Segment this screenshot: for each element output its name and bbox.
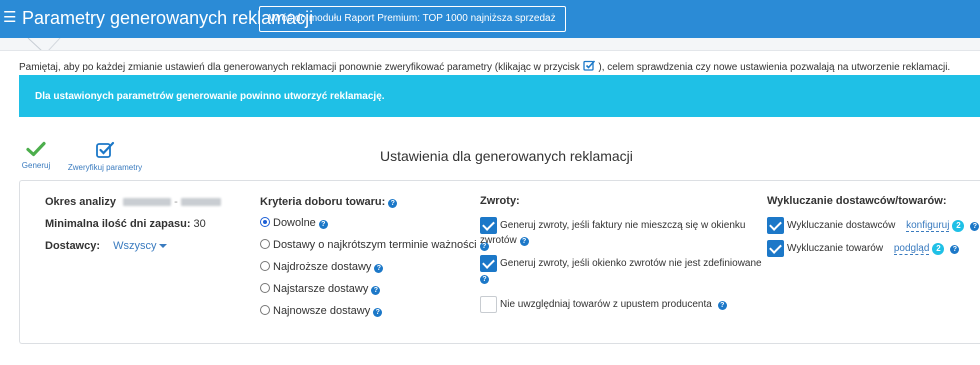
returns-option-discount-wrap: Nie uwzględniaj towarów z upustem produc… (500, 298, 727, 311)
verify-parameters-button[interactable]: Zweryfikuj parametry (66, 141, 144, 172)
returns-option-invoices-line2-wrap: zwrotów? (480, 234, 529, 247)
returns-option-discount[interactable]: Nie uwzględniaj towarów z upustem produc… (480, 296, 750, 316)
criteria-option-label: Najstarsze dostawy (273, 283, 369, 295)
settings-title: Ustawienia dla generowanych reklamacji (380, 148, 633, 164)
exclude-suppliers-wrap: Wykluczanie dostawców konfiguruj 2? (787, 219, 980, 232)
criteria-option[interactable]: Najstarsze dostawy? (260, 283, 489, 305)
date-separator: - (174, 196, 178, 208)
radio-button[interactable] (260, 217, 270, 227)
min-stock-days-row: Minimalna ilość dni zapasu: 30 (45, 218, 206, 230)
analysis-period-end-redacted (180, 198, 221, 207)
exclude-products-wrap: Wykluczanie towarów podgląd 2? (787, 242, 960, 255)
returns-option-invoices-line1: Generuj zwroty, jeśli faktury nie mieszc… (500, 220, 746, 231)
checkbox[interactable] (480, 217, 497, 234)
criteria-header: Kryteria doboru towaru:? (260, 195, 489, 217)
suppliers-dropdown[interactable]: Wszyscy (113, 240, 168, 252)
analysis-period-start-redacted (123, 198, 171, 207)
criteria-label: Kryteria doboru towaru: (260, 196, 386, 208)
analysis-period-row: Okres analizy - (45, 195, 221, 217)
notice-text-after: ), celem sprawdzenia czy nowe ustawienia… (598, 62, 951, 73)
criteria-option-label: Dowolne (273, 217, 316, 229)
notice-text-before: Pamiętaj, aby po każdej zmianie ustawień… (19, 62, 580, 73)
back-to-module-button[interactable]: Wróć do modułu Raport Premium: TOP 1000 … (259, 6, 566, 32)
check-square-icon (582, 60, 595, 71)
checkmark-icon (26, 141, 46, 157)
info-alert: Dla ustawionych parametrów generowanie p… (19, 75, 980, 117)
min-stock-days-value: 30 (193, 218, 206, 230)
criteria-option-label: Najnowsze dostawy (273, 305, 371, 317)
exclude-products-label: Wykluczanie towarów (787, 243, 884, 254)
preview-products-link[interactable]: podgląd (893, 243, 930, 255)
returns-option-undefined-window[interactable]: Generuj zwroty, jeśli okienko zwrotów ni… (480, 255, 762, 289)
help-icon[interactable]: ? (950, 245, 960, 254)
exclusions-label: Wykluczanie dostawców/towarów: (767, 195, 947, 207)
help-icon[interactable]: ? (373, 308, 383, 317)
returns-option-discount-label: Nie uwzględniaj towarów z upustem produc… (500, 299, 712, 310)
criteria-option[interactable]: Najdroższe dostawy? (260, 261, 489, 283)
configure-suppliers-link[interactable]: konfiguruj (906, 220, 950, 232)
help-icon[interactable]: ? (318, 220, 328, 229)
criteria-option[interactable]: Najnowsze dostawy? (260, 305, 489, 327)
help-icon[interactable]: ? (388, 199, 398, 208)
returns-option-invoices-line2: zwrotów (480, 235, 517, 246)
help-icon[interactable]: ? (970, 222, 980, 231)
criteria-option[interactable]: Dowolne? (260, 217, 489, 239)
exclude-suppliers-option[interactable]: Wykluczanie dostawców konfiguruj 2? (767, 217, 980, 237)
radio-button[interactable] (260, 261, 270, 271)
verification-notice: Pamiętaj, aby po każdej zmianie ustawień… (19, 60, 950, 73)
checkbox[interactable] (480, 255, 497, 272)
caret-down-icon (159, 244, 168, 249)
radio-button[interactable] (260, 305, 270, 315)
min-stock-days-label: Minimalna ilość dni zapasu (45, 218, 187, 230)
help-icon[interactable]: ? (519, 237, 529, 246)
returns-label: Zwroty: (480, 195, 520, 207)
products-count-badge: 2 (932, 243, 945, 255)
exclude-products-option[interactable]: Wykluczanie towarów podgląd 2? (767, 240, 977, 260)
radio-button[interactable] (260, 239, 270, 249)
decorative-lines (27, 38, 61, 50)
returns-column: Zwroty: Generuj zwroty, jeśli faktury ni… (480, 195, 762, 335)
sub-bar (0, 38, 980, 51)
generate-label: Generuj (21, 161, 51, 170)
settings-panel: Okres analizy - Minimalna ilość dni zapa… (19, 180, 980, 344)
returns-option-invoices[interactable]: Generuj zwroty, jeśli faktury nie mieszc… (480, 217, 750, 257)
help-icon[interactable]: ? (480, 275, 489, 284)
info-alert-text: Dla ustawionych parametrów generowanie p… (35, 91, 385, 102)
help-icon[interactable]: ? (374, 264, 384, 273)
analysis-period-label: Okres analizy (45, 196, 116, 208)
exclude-suppliers-label: Wykluczanie dostawców (787, 220, 896, 231)
suppliers-label: Dostawcy: (45, 240, 101, 252)
criteria-option-label: Dostawy o najkrótszym terminie ważności (273, 239, 477, 251)
criteria-column: Kryteria doboru towaru:? Dowolne? Dostaw… (260, 195, 489, 327)
hamburger-icon[interactable]: ☰ (3, 9, 16, 27)
top-bar: ☰ Parametry generowanych reklamacji Wróć… (0, 0, 980, 38)
exclusions-column: Wykluczanie dostawców/towarów: Wykluczan… (767, 195, 980, 275)
check-square-icon (96, 141, 115, 158)
radio-button[interactable] (260, 283, 270, 293)
help-icon[interactable]: ? (371, 286, 381, 295)
suppliers-value: Wszyscy (113, 240, 157, 252)
suppliers-count-badge: 2 (952, 220, 965, 232)
checkbox[interactable] (480, 296, 497, 313)
checkbox[interactable] (767, 217, 784, 234)
criteria-option-label: Najdroższe dostawy (273, 261, 372, 273)
help-icon[interactable]: ? (717, 301, 727, 310)
verify-label: Zweryfikuj parametry (67, 163, 143, 172)
returns-option-undefined-window-label: Generuj zwroty, jeśli okienko zwrotów ni… (500, 258, 762, 269)
criteria-option[interactable]: Dostawy o najkrótszym terminie ważności? (260, 239, 489, 261)
generate-button[interactable]: Generuj (18, 141, 54, 170)
checkbox[interactable] (767, 240, 784, 257)
suppliers-row: Dostawcy: Wszyscy (45, 239, 221, 261)
general-settings-column: Okres analizy - Minimalna ilość dni zapa… (45, 195, 221, 261)
